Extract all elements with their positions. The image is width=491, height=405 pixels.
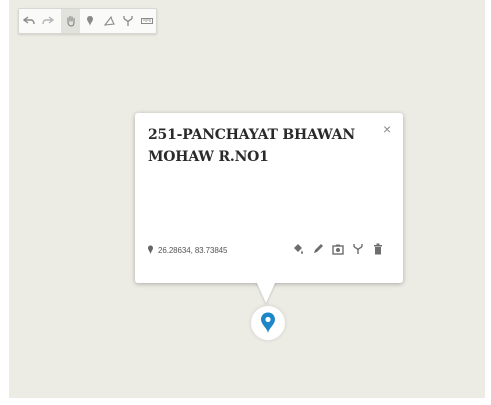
pin-icon: [86, 16, 93, 26]
undo-icon: [22, 16, 35, 25]
measure-button[interactable]: [137, 9, 156, 33]
marker-popup: 251-PANCHAYAT BHAWAN MOHAW R.NO1 × 26.28…: [135, 113, 403, 283]
popup-tail: [256, 281, 276, 303]
trash-icon: [374, 243, 382, 255]
coordinates-row: 26.28634, 83.73845: [147, 245, 227, 255]
paint-bucket-icon: [294, 244, 303, 254]
add-marker-button[interactable]: [80, 9, 99, 33]
draw-line-button[interactable]: [99, 9, 118, 33]
location-pin-icon: [261, 312, 275, 334]
frame-bottom: [0, 398, 491, 405]
pencil-icon: [314, 244, 323, 253]
add-photo-button[interactable]: [332, 242, 344, 256]
close-icon[interactable]: ×: [383, 121, 391, 137]
map-toolbar: [18, 8, 157, 34]
popup-actions: [292, 242, 384, 256]
delete-button[interactable]: [372, 242, 384, 256]
route-icon: [353, 244, 363, 254]
map-marker[interactable]: [251, 306, 285, 340]
pan-tool-button[interactable]: [61, 9, 80, 33]
popup-title: 251-PANCHAYAT BHAWAN MOHAW R.NO1: [148, 127, 355, 165]
camera-icon: [332, 244, 344, 255]
undo-button[interactable]: [19, 9, 38, 33]
pin-icon: [147, 245, 154, 255]
measure-icon: [140, 18, 153, 24]
route-icon: [122, 16, 133, 26]
edit-button[interactable]: [312, 242, 324, 256]
style-button[interactable]: [292, 242, 304, 256]
redo-button[interactable]: [38, 9, 57, 33]
frame-right: [485, 0, 491, 405]
directions-button[interactable]: [352, 242, 364, 256]
draw-line-icon: [103, 15, 115, 26]
frame-left: [0, 0, 9, 405]
route-button[interactable]: [118, 9, 137, 33]
coordinates-text: 26.28634, 83.73845: [158, 245, 228, 255]
hand-icon: [66, 15, 75, 27]
redo-icon: [41, 16, 54, 25]
